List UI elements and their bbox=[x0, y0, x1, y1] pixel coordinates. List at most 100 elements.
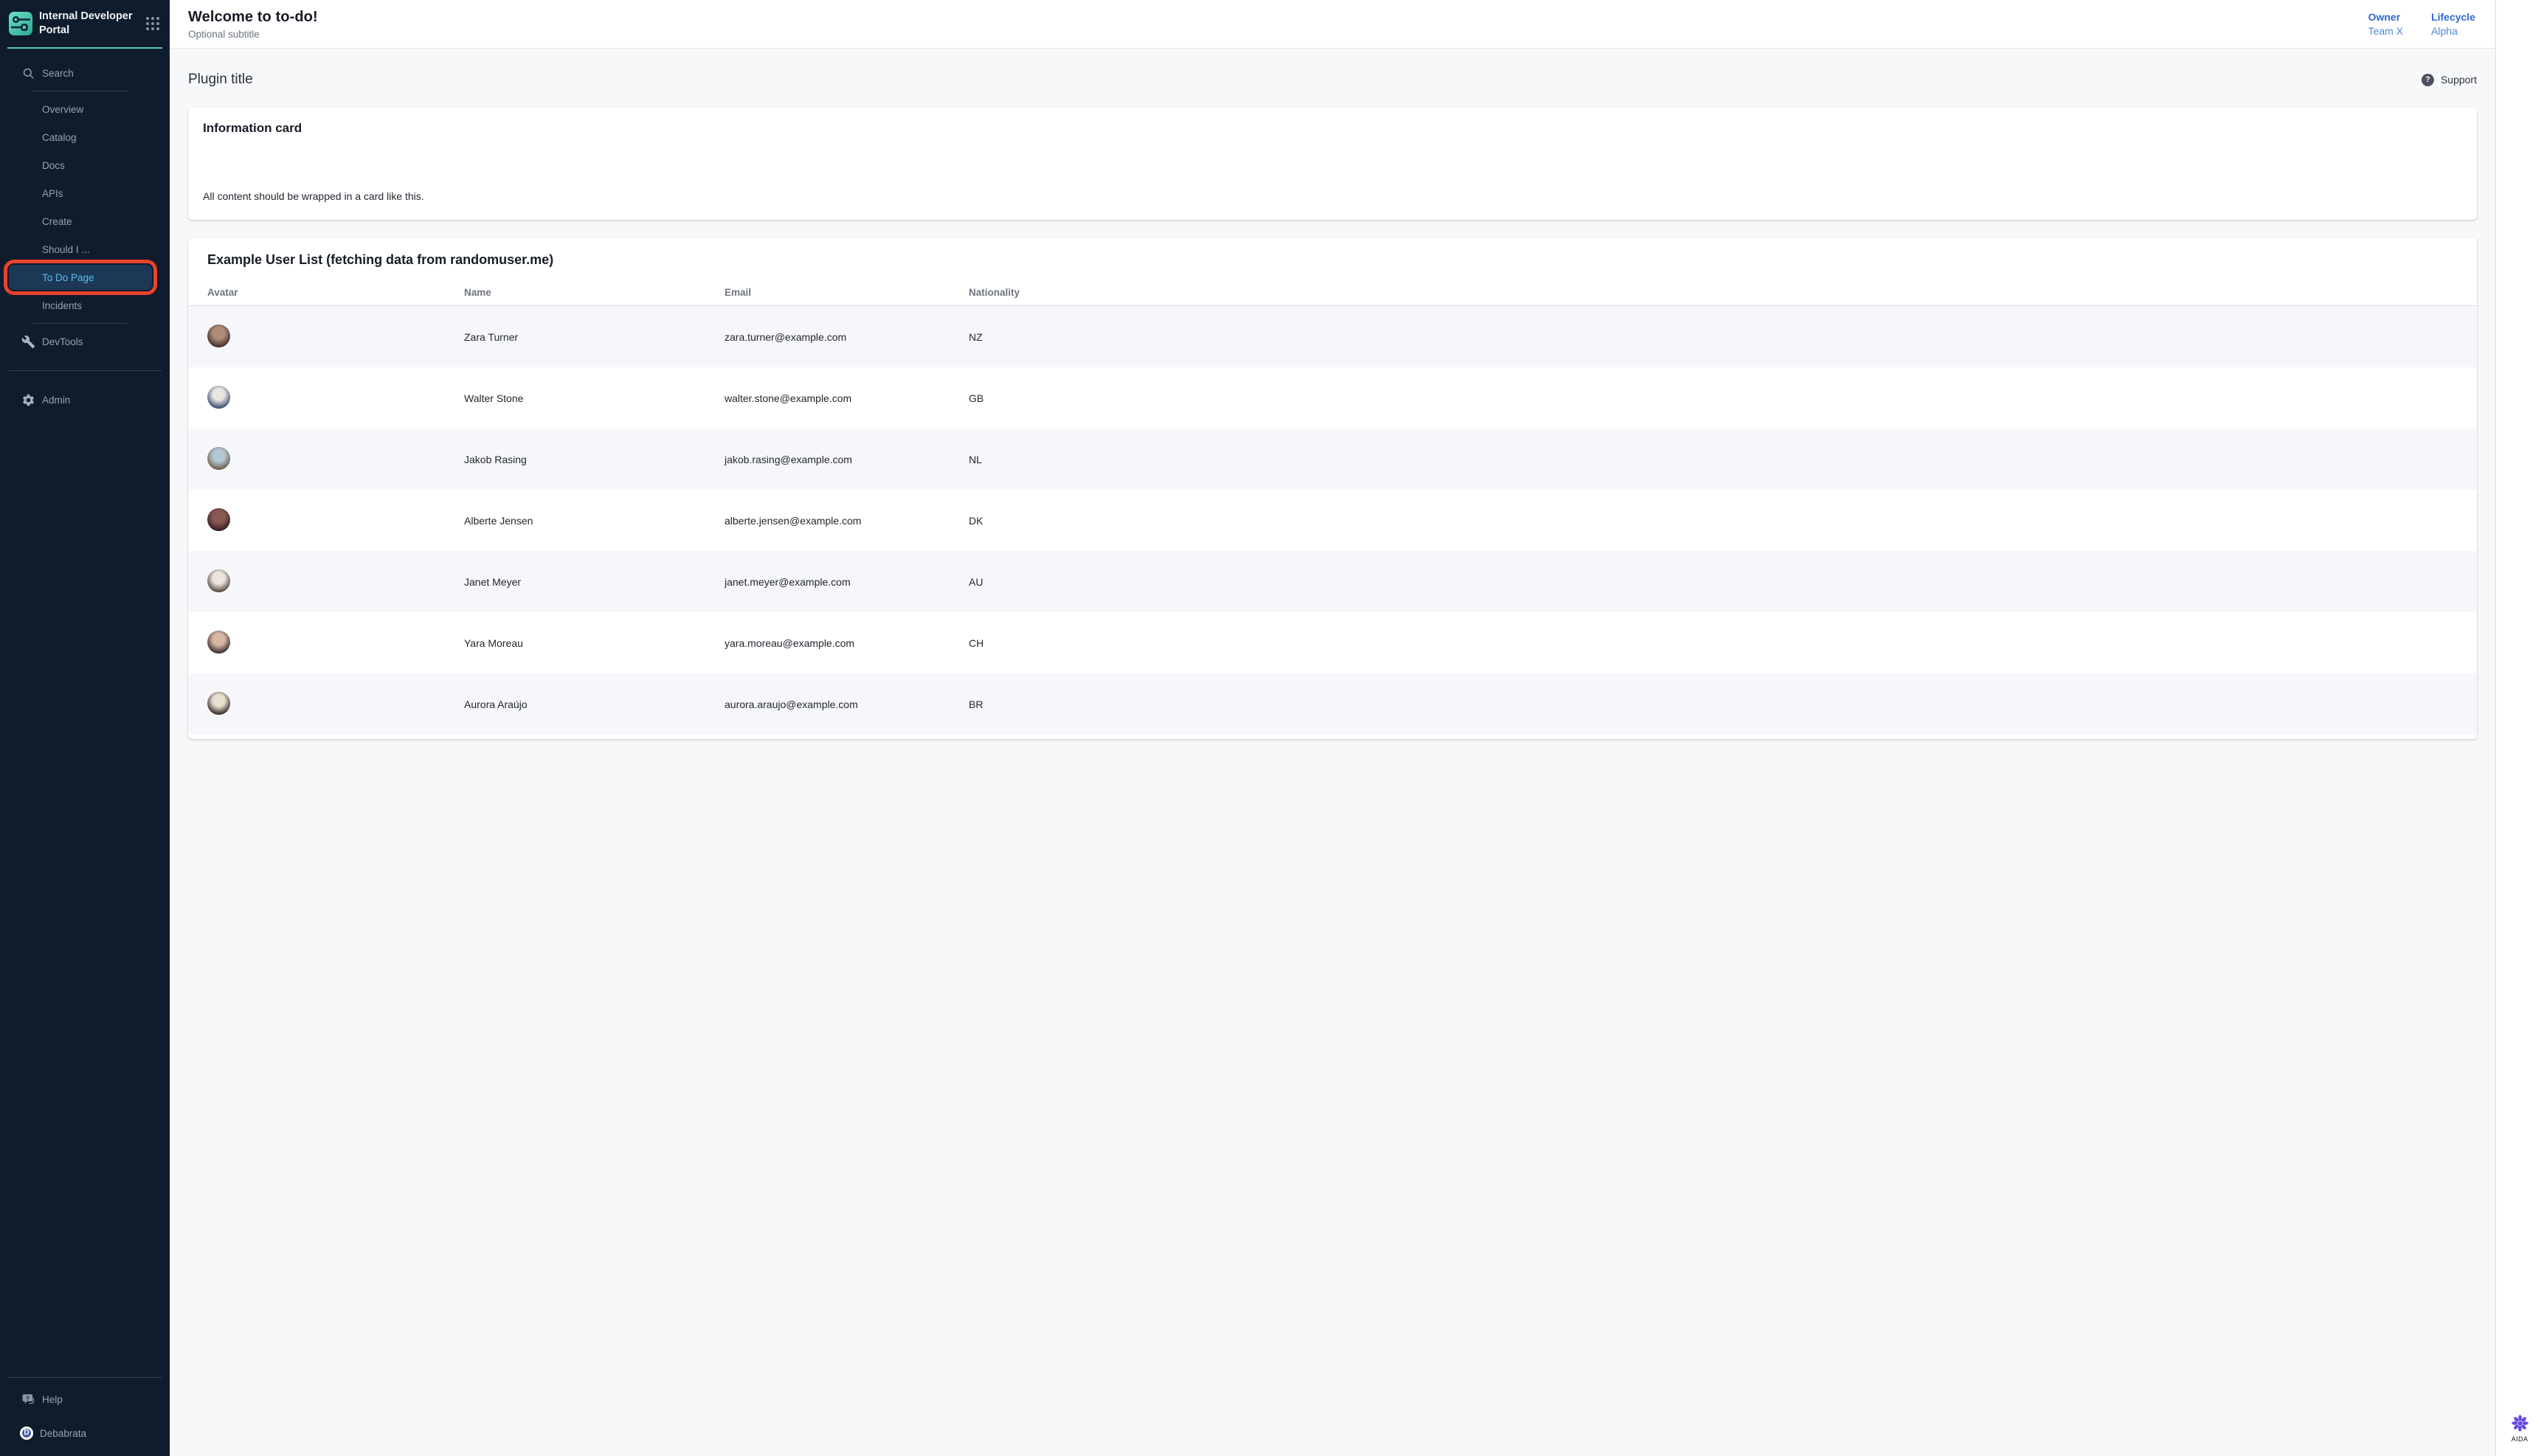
column-header: Nationality bbox=[969, 287, 2458, 298]
sidebar-bottom: ? Help D Debabrata bbox=[0, 1377, 170, 1456]
info-card-title: Information card bbox=[203, 121, 2462, 136]
user-avatar: D bbox=[20, 1426, 33, 1440]
user-email-cell: jakob.rasing@example.com bbox=[725, 454, 969, 465]
page-subtitle: Optional subtitle bbox=[188, 29, 318, 40]
sidebar-item-label: Docs bbox=[42, 160, 65, 171]
meta-value-link[interactable]: Alpha bbox=[2431, 25, 2475, 37]
user-nationality-cell: NL bbox=[969, 454, 2458, 465]
user-nationality-cell: NZ bbox=[969, 331, 2458, 343]
app-logo[interactable]: Internal Developer Portal bbox=[7, 0, 162, 49]
column-header: Email bbox=[725, 287, 969, 298]
sidebar-item-label: DevTools bbox=[42, 336, 83, 347]
info-card: Information card All content should be w… bbox=[188, 108, 2477, 220]
entity-meta-item: Owner Team X bbox=[2368, 11, 2403, 37]
sidebar-item-catalog[interactable]: Catalog bbox=[0, 123, 170, 151]
sidebar-item-label: To Do Page bbox=[42, 272, 94, 283]
user-email-cell: walter.stone@example.com bbox=[725, 392, 969, 404]
table-row: Yara Moreau yara.moreau@example.com CH bbox=[188, 612, 2477, 673]
page-header-titles: Welcome to to-do! Optional subtitle bbox=[188, 9, 318, 40]
user-list-title: Example User List (fetching data from ra… bbox=[207, 252, 2458, 268]
sidebar-item-incidents[interactable]: Incidents bbox=[0, 291, 170, 319]
avatar bbox=[207, 508, 230, 531]
table-row: Janet Meyer janet.meyer@example.com AU bbox=[188, 551, 2477, 612]
user-email-cell: zara.turner@example.com bbox=[725, 331, 969, 343]
main-content: Welcome to to-do! Optional subtitle Owne… bbox=[170, 0, 2495, 1456]
avatar-cell bbox=[207, 692, 464, 717]
help-chat-icon: ? bbox=[21, 1393, 35, 1407]
app-logo-icon bbox=[9, 12, 32, 35]
user-email-cell: yara.moreau@example.com bbox=[725, 637, 969, 649]
app-title: Internal Developer Portal bbox=[39, 10, 139, 38]
avatar bbox=[207, 569, 230, 592]
table-header: AvatarNameEmailNationality bbox=[188, 287, 2477, 306]
aida-watermark[interactable]: AIDA bbox=[2505, 1413, 2534, 1443]
user-list-card: Example User List (fetching data from ra… bbox=[188, 238, 2477, 739]
gear-icon bbox=[21, 393, 35, 407]
column-header: Avatar bbox=[207, 287, 464, 298]
search-icon bbox=[21, 66, 35, 80]
avatar-cell bbox=[207, 386, 464, 411]
sidebar-nav: Search Overview Catalog Docs APIs Create Shoul… bbox=[0, 49, 170, 1377]
svg-text:?: ? bbox=[26, 1394, 30, 1401]
user-name-cell: Walter Stone bbox=[464, 392, 725, 404]
entity-meta-item: LifecycleAlpha bbox=[2431, 11, 2475, 37]
sidebar-item-label: Create bbox=[42, 216, 72, 227]
table-row: Alberte Jensen alberte.jensen@example.co… bbox=[188, 490, 2477, 551]
user-email-cell: janet.meyer@example.com bbox=[725, 576, 969, 588]
sidebar-item-should-i[interactable]: Should I ... bbox=[0, 235, 170, 263]
apps-grid-icon[interactable] bbox=[146, 17, 161, 30]
column-header: Name bbox=[464, 287, 725, 298]
page-title: Welcome to to-do! bbox=[188, 9, 318, 26]
avatar bbox=[207, 386, 230, 409]
sidebar-item-overview[interactable]: Overview bbox=[0, 95, 170, 123]
meta-label: Owner bbox=[2368, 11, 2403, 23]
sidebar-spacer bbox=[0, 414, 170, 1377]
sidebar-item-apis[interactable]: APIs bbox=[0, 179, 170, 207]
user-name-cell: Jakob Rasing bbox=[464, 454, 725, 465]
avatar-cell bbox=[207, 508, 464, 533]
user-email-cell: alberte.jensen@example.com bbox=[725, 515, 969, 527]
avatar-cell bbox=[207, 569, 464, 594]
avatar bbox=[207, 325, 230, 347]
user-name-cell: Alberte Jensen bbox=[464, 515, 725, 527]
content-title: Plugin title bbox=[188, 72, 253, 88]
question-icon: ? bbox=[2422, 74, 2434, 86]
avatar-cell bbox=[207, 447, 464, 472]
avatar bbox=[207, 692, 230, 715]
sidebar-divider bbox=[8, 370, 162, 371]
user-nationality-cell: CH bbox=[969, 637, 2458, 649]
user-name-cell: Janet Meyer bbox=[464, 576, 725, 588]
sidebar-item-search[interactable]: Search bbox=[0, 59, 170, 87]
sidebar-item-label: Overview bbox=[42, 104, 83, 115]
sidebar-item-label: Catalog bbox=[42, 132, 77, 143]
user-name: Debabrata bbox=[40, 1428, 86, 1439]
table-row: Aurora Araújo aurora.araujo@example.com … bbox=[188, 673, 2477, 735]
user-name-cell: Aurora Araújo bbox=[464, 698, 725, 710]
wrench-icon bbox=[21, 335, 35, 349]
sidebar-item-label: Search bbox=[42, 68, 74, 79]
sidebar-item-label: Help bbox=[42, 1394, 63, 1405]
sidebar-item-create[interactable]: Create bbox=[0, 207, 170, 235]
avatar-cell bbox=[207, 631, 464, 656]
user-nationality-cell: GB bbox=[969, 392, 2458, 404]
sidebar-item-help[interactable]: ? Help bbox=[0, 1385, 170, 1413]
support-button[interactable]: ? Support bbox=[2422, 74, 2477, 86]
table-row: Zara Turner zara.turner@example.com NZ bbox=[188, 306, 2477, 367]
sidebar-user[interactable]: D Debabrata bbox=[0, 1419, 170, 1447]
user-nationality-cell: DK bbox=[969, 515, 2458, 527]
aida-label: AIDA bbox=[2512, 1435, 2529, 1443]
sidebar-item-to-do-page[interactable]: To Do Page bbox=[9, 265, 152, 290]
sidebar-item-docs[interactable]: Docs bbox=[0, 151, 170, 179]
content-area: Plugin title ? Support Information card … bbox=[170, 69, 2495, 739]
user-name-cell: Yara Moreau bbox=[464, 637, 725, 649]
user-name-cell: Zara Turner bbox=[464, 331, 725, 343]
user-email-cell: aurora.araujo@example.com bbox=[725, 698, 969, 710]
sidebar-item-label: Admin bbox=[42, 395, 70, 406]
sidebar-item-admin[interactable]: Admin bbox=[0, 386, 170, 414]
sidebar-item-devtools[interactable]: DevTools bbox=[0, 327, 170, 356]
sidebar-divider bbox=[7, 1377, 162, 1378]
table-body: Zara Turner zara.turner@example.com NZ W… bbox=[188, 306, 2477, 735]
meta-value-link[interactable]: Team X bbox=[2368, 25, 2403, 37]
info-card-body: All content should be wrapped in a card … bbox=[203, 190, 2462, 202]
sidebar-item-label: Should I ... bbox=[42, 244, 90, 255]
